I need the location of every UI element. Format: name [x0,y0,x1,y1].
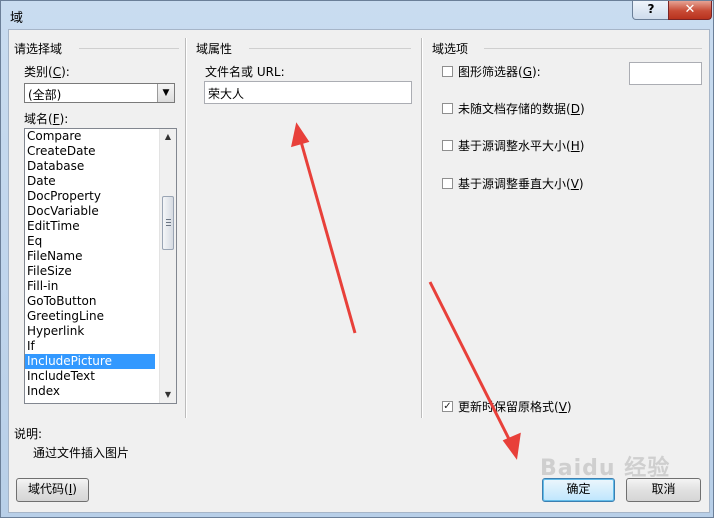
resize-horizontal-label[interactable]: 基于源调整水平大小(H) [458,137,584,154]
group-title-field-options: 域选项 [432,42,469,56]
list-item[interactable]: DocVariable [25,204,155,219]
url-input[interactable]: 荣大人 [204,81,412,104]
help-button[interactable]: ? [632,1,670,20]
list-item[interactable]: IncludeText [25,369,155,384]
scroll-up-icon[interactable]: ▲ [160,129,176,145]
graphic-filter-checkbox[interactable] [442,66,453,77]
list-item[interactable]: IncludePicture [25,354,155,369]
dialog-body: 请选择域 类别(C): (全部) ▼ 域名(F): Compare CreateD… [8,29,710,513]
list-scrollbar[interactable]: ▲ ▼ [159,129,176,403]
list-item[interactable]: Eq [25,234,155,249]
baidu-watermark: Baidu 经验 [540,456,671,481]
list-item[interactable]: GreetingLine [25,309,155,324]
field-names-label: 域名(F): [24,112,69,126]
data-not-stored-label[interactable]: 未随文档存储的数据(D) [458,100,585,117]
title-bar[interactable]: 域 ? ✕ [1,1,714,29]
scroll-thumb[interactable] [162,196,174,250]
list-item[interactable]: Fill-in [25,279,155,294]
list-item[interactable]: Date [25,174,155,189]
dialog-window: 域 ? ✕ 请选择域 类别(C): (全部) ▼ 域名(F): Compare C… [0,0,714,518]
close-button[interactable]: ✕ [668,1,712,20]
resize-horizontal-checkbox[interactable] [442,140,453,151]
preserve-format-label[interactable]: 更新时保留原格式(V) [458,398,572,415]
preserve-format-checkbox[interactable]: ✓ [442,401,453,412]
divider [249,48,411,49]
chevron-down-icon[interactable]: ▼ [157,84,174,102]
list-item[interactable]: DocProperty [25,189,155,204]
field-codes-button[interactable]: 域代码(I) [16,478,89,502]
list-item[interactable]: Database [25,159,155,174]
category-dropdown[interactable]: (全部) ▼ [24,83,175,103]
list-item[interactable]: GoToButton [25,294,155,309]
separator-left [185,38,187,418]
list-item[interactable]: Index [25,384,155,399]
list-item[interactable]: Hyperlink [25,324,155,339]
scroll-down-icon[interactable]: ▼ [160,387,176,403]
field-names-list[interactable]: Compare CreateDate Database Date DocProperty… [24,128,177,404]
divider [79,48,179,49]
description-text: 通过文件插入图片 [33,446,130,460]
list-item[interactable]: FileName [25,249,155,264]
field-names-items: Compare CreateDate Database Date DocProperty… [25,129,176,399]
url-label: 文件名或 URL: [205,65,285,79]
list-item[interactable]: CreateDate [25,144,155,159]
list-item[interactable]: Compare [25,129,155,144]
url-value: 荣大人 [208,87,245,101]
list-item[interactable]: FileSize [25,264,155,279]
graphic-filter-label[interactable]: 图形筛选器(G): [458,63,541,80]
group-title-choose-field: 请选择域 [14,42,63,56]
list-item[interactable]: EditTime [25,219,155,234]
list-item[interactable]: If [25,339,155,354]
window-title: 域 [10,11,24,26]
graphic-filter-input[interactable] [629,62,702,85]
group-title-field-properties: 域属性 [196,42,233,56]
data-not-stored-checkbox[interactable] [442,103,453,114]
category-label: 类别(C): [24,65,70,79]
resize-vertical-label[interactable]: 基于源调整垂直大小(V) [458,175,584,192]
description-label: 说明: [14,427,43,441]
category-value: (全部) [28,88,62,102]
divider [484,48,702,49]
separator-right [421,38,423,418]
resize-vertical-checkbox[interactable] [442,178,453,189]
